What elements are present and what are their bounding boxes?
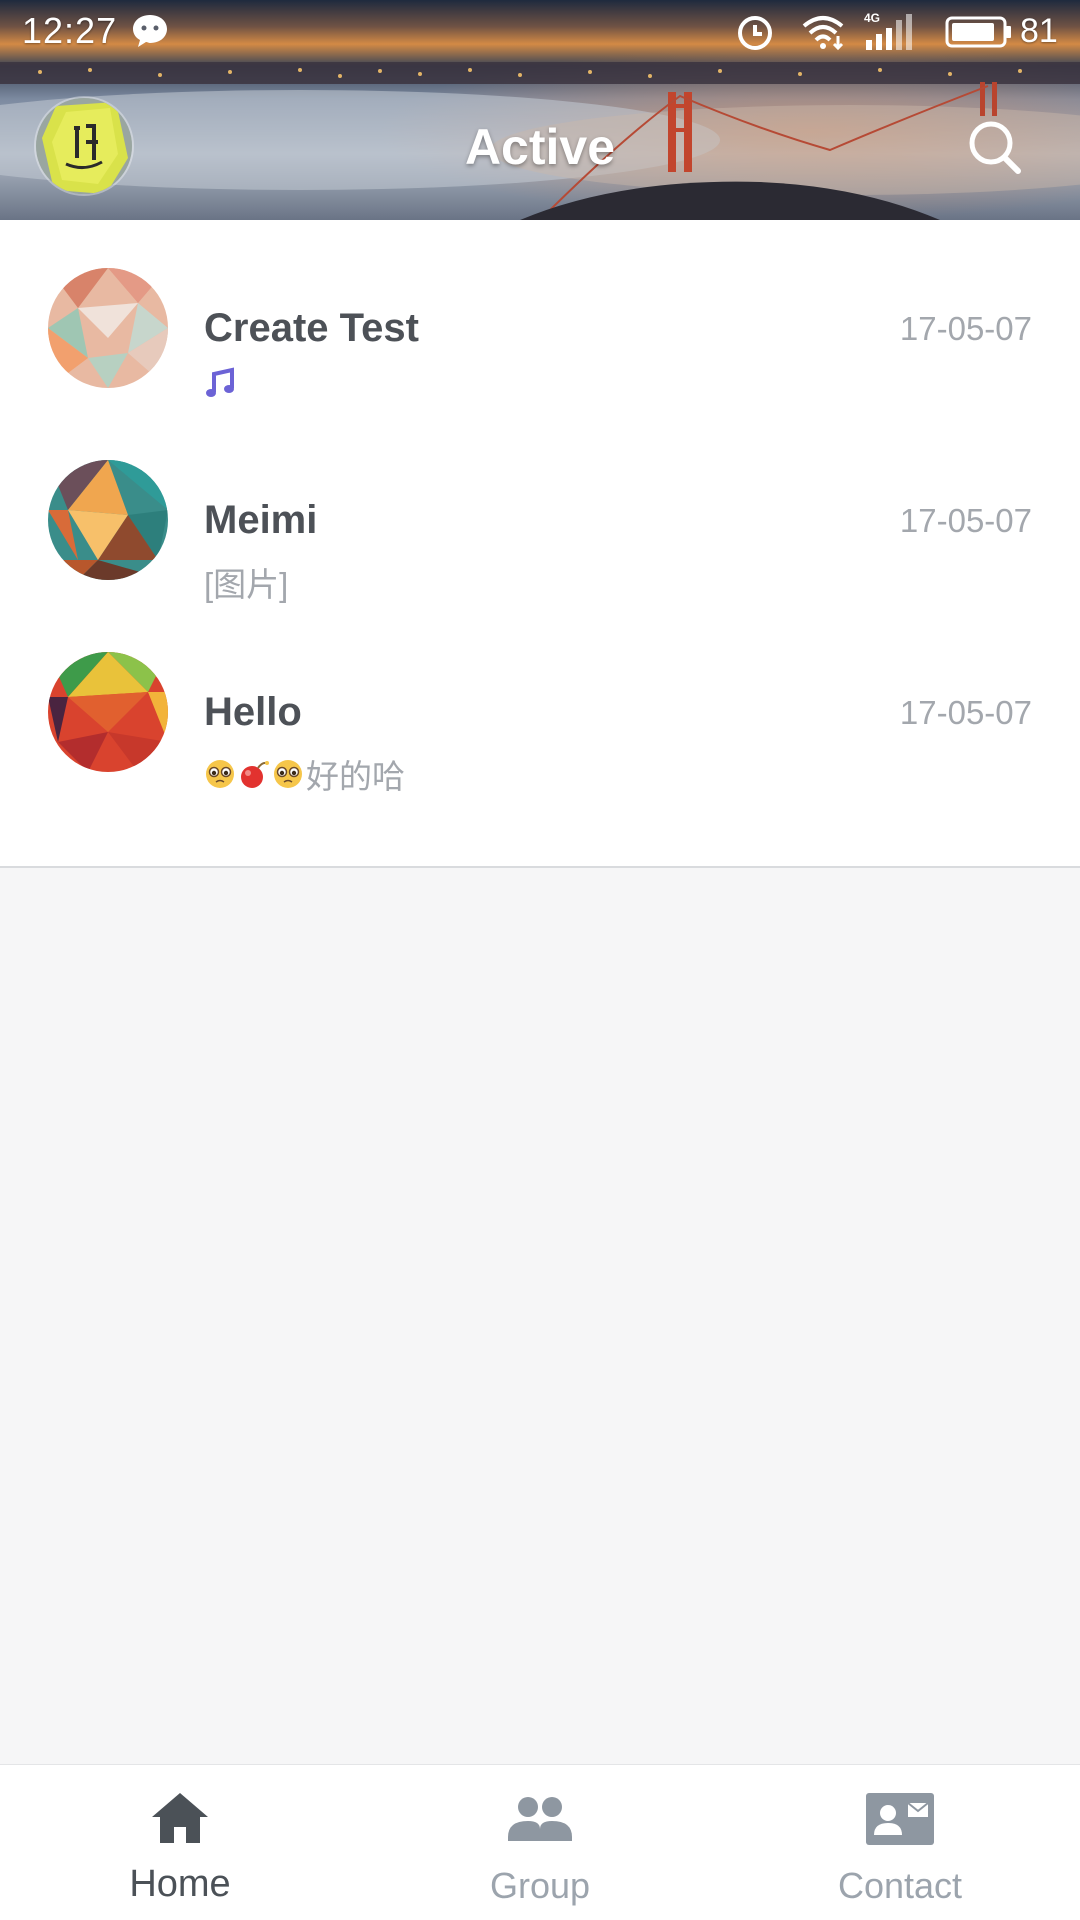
nav-home[interactable]: Home	[0, 1765, 360, 1920]
preview-text: [图片]	[204, 566, 289, 603]
conversation-date: 17-05-07	[899, 694, 1032, 731]
status-time: 12:27	[22, 10, 118, 51]
contact-card-icon	[866, 1793, 934, 1845]
conversation-date: 17-05-07	[899, 310, 1032, 347]
search-icon[interactable]	[966, 118, 1026, 178]
conversation-item[interactable]: Create Test 17-05-07	[0, 220, 1080, 412]
battery-level: 81	[1020, 12, 1058, 50]
conversation-name: Create Test	[204, 306, 419, 350]
conversation-preview: [图片]	[204, 558, 288, 606]
music-note-icon	[206, 367, 234, 397]
group-icon	[508, 1797, 572, 1841]
nav-contact-label: Contact	[837, 1865, 963, 1906]
chat-bubble-icon	[133, 15, 167, 47]
conversation-name: Meimi	[204, 498, 318, 542]
nav-contact[interactable]: Contact	[720, 1765, 1080, 1920]
conversation-preview: 好的哈	[204, 750, 405, 798]
page-title: Active	[464, 119, 616, 175]
preview-text: 好的哈	[306, 758, 405, 795]
conversation-item[interactable]: Meimi 17-05-07 [图片]	[0, 412, 1080, 604]
status-bar: 12:27 4G 81	[0, 0, 1080, 66]
pleading-face-emoji	[274, 760, 302, 788]
alarm-icon	[738, 16, 772, 50]
bomb-emoji	[241, 761, 269, 788]
nav-group-label: Group	[489, 1865, 591, 1906]
conversation-avatar	[48, 460, 168, 580]
conversation-preview	[204, 366, 238, 400]
conversation-avatar	[48, 652, 168, 772]
nav-home-label: Home	[129, 1863, 231, 1905]
signal-icon: 4G	[864, 11, 912, 50]
wifi-icon	[802, 16, 844, 51]
conversation-list: Create Test 17-05-07 Meimi 17-05-07 [图片]…	[0, 220, 1080, 868]
bottom-navigation: Home Group Contact	[0, 1764, 1080, 1920]
nav-group[interactable]: Group	[360, 1765, 720, 1920]
app-screen: 12:27 4G 81 Active Create Test 17-05-07 …	[0, 0, 1080, 1920]
conversation-item[interactable]: Hello 17-05-07 好的哈	[0, 604, 1080, 796]
conversation-date: 17-05-07	[899, 502, 1032, 539]
pleading-face-emoji	[206, 760, 234, 788]
home-icon	[152, 1793, 208, 1843]
battery-icon	[945, 16, 1011, 48]
conversation-avatar	[48, 268, 168, 388]
network-type: 4G	[864, 11, 880, 25]
conversation-name: Hello	[204, 690, 302, 734]
header: 12:27 4G 81 Active	[0, 0, 1080, 220]
